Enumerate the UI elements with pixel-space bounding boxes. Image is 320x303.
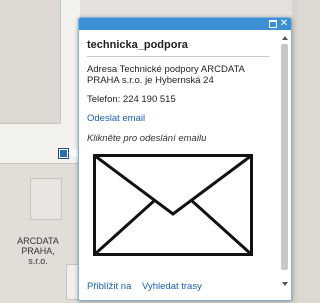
info-popup: ✕ technicka_podpora Adresa Technické pod… <box>78 17 292 301</box>
close-icon[interactable]: ✕ <box>279 18 289 30</box>
popup-actions: Přiblížit na Vyhledat trasy <box>87 281 210 292</box>
email-hint: Klikněte pro odeslání emailu <box>87 133 207 144</box>
map-building <box>292 0 298 303</box>
map-label-line: s.r.o. <box>28 256 48 266</box>
popup-pointer <box>68 148 78 158</box>
map-building-outline <box>60 0 61 123</box>
address-line: Adresa Technické podpory ARCDATA <box>87 64 245 75</box>
popup-phone: Telefon: 224 190 515 <box>87 94 176 105</box>
envelope-icon[interactable] <box>93 154 253 256</box>
location-marker[interactable] <box>59 149 68 158</box>
map-place-label: ARCDATA PRAHA, s.r.o. <box>14 236 62 266</box>
popup-titlebar: ✕ <box>79 18 291 30</box>
scroll-thumb[interactable] <box>281 44 288 270</box>
scroll-down-icon[interactable] <box>282 282 288 286</box>
map-building <box>30 178 62 220</box>
scroll-up-icon[interactable] <box>282 36 288 40</box>
map-label-line: PRAHA, <box>21 246 55 256</box>
map-building-outline <box>0 163 80 164</box>
popup-divider <box>87 56 269 57</box>
address-line: PRAHA s.r.o. je Hybernská 24 <box>87 75 214 86</box>
popup-scrollbar[interactable] <box>280 35 289 287</box>
send-email-link[interactable]: Odeslat email <box>87 113 277 124</box>
find-route-link[interactable]: Vyhledat trasy <box>142 281 202 292</box>
popup-content: technicka_podpora Adresa Technické podpo… <box>87 32 277 280</box>
map-building-outline <box>0 123 60 124</box>
maximize-icon[interactable] <box>268 18 278 30</box>
zoom-to-link[interactable]: Přiblížit na <box>87 281 131 292</box>
popup-title: technicka_podpora <box>87 39 188 51</box>
map-label-line: ARCDATA <box>17 236 59 246</box>
popup-address: Adresa Technické podpory ARCDATA PRAHA s… <box>87 64 277 86</box>
map-building <box>0 0 60 123</box>
